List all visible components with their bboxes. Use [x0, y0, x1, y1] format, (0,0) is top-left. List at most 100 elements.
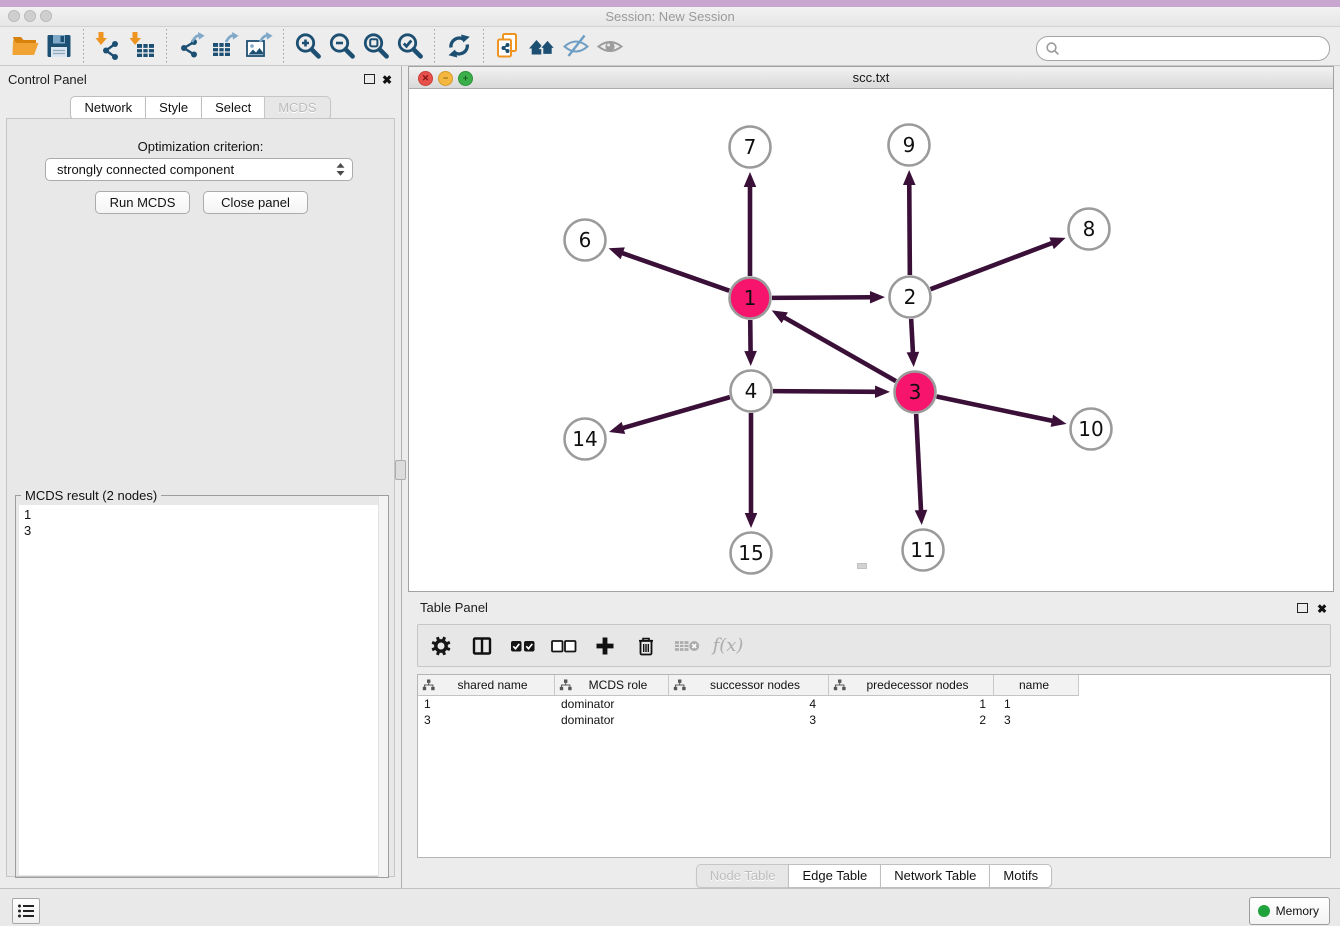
create-column-button[interactable] [592, 633, 618, 659]
memory-button[interactable]: Memory [1249, 897, 1330, 925]
home-button[interactable] [525, 30, 559, 62]
graph-node-3[interactable]: 3 [895, 372, 936, 413]
zoom-in-button[interactable] [291, 30, 325, 62]
column-header-shared-name[interactable]: shared name [418, 675, 555, 696]
table-row[interactable]: 3dominator323 [418, 712, 1330, 728]
graph-node-8[interactable]: 8 [1069, 209, 1110, 250]
table-panel-title: Table Panel [420, 600, 488, 615]
select-all-icon [510, 638, 536, 654]
eye-icon [595, 31, 625, 61]
table-float-icon[interactable] [1297, 603, 1308, 613]
sort-tree-icon [673, 679, 686, 691]
optimization-criterion-select[interactable]: strongly connected component [45, 158, 353, 181]
graph-node-7[interactable]: 7 [730, 127, 771, 168]
export-table-icon [210, 31, 240, 61]
trash-icon [635, 635, 657, 657]
table-cell: 1 [994, 696, 1079, 712]
mcds-result-text[interactable]: 1 3 [19, 505, 385, 875]
graph-node-14[interactable]: 14 [565, 419, 606, 460]
toolbar-separator [483, 29, 484, 63]
network-window-titlebar: ✕ − + scc.txt [409, 67, 1333, 89]
task-history-button[interactable] [12, 898, 40, 924]
tab-node-table[interactable]: Node Table [696, 864, 790, 888]
window-zoom-button[interactable] [40, 10, 52, 22]
table-cell: 1 [418, 696, 555, 712]
sort-tree-icon [422, 679, 435, 691]
panel-divider-grip[interactable] [395, 460, 406, 480]
svg-text:15: 15 [738, 541, 763, 565]
export-image-icon [244, 31, 274, 61]
search-input[interactable] [1064, 39, 1329, 58]
search-box[interactable] [1036, 36, 1330, 61]
tab-motifs[interactable]: Motifs [989, 864, 1052, 888]
panel-split-button[interactable] [469, 633, 495, 659]
close-panel-button[interactable]: Close panel [203, 191, 308, 214]
hide-graphics-button[interactable] [559, 30, 593, 62]
import-table-button[interactable] [125, 30, 159, 62]
svg-text:14: 14 [572, 427, 597, 451]
network-maximize-button[interactable]: + [458, 71, 473, 86]
export-image-button[interactable] [242, 30, 276, 62]
result-scrollbar[interactable] [378, 496, 388, 877]
unselect-all-icon [551, 638, 577, 654]
column-header-MCDS-role[interactable]: MCDS role [555, 675, 669, 696]
sort-tree-icon [833, 679, 846, 691]
graph-node-15[interactable]: 15 [731, 533, 772, 574]
graph-node-9[interactable]: 9 [889, 125, 930, 166]
plus-icon [594, 635, 616, 657]
tab-style[interactable]: Style [145, 96, 202, 120]
import-network-icon [93, 31, 123, 61]
graph-node-11[interactable]: 11 [903, 530, 944, 571]
delete-columns-button[interactable] [633, 633, 659, 659]
table-close-icon[interactable]: ✖ [1317, 603, 1327, 615]
table-cell: 3 [669, 712, 829, 728]
main-toolbar [0, 27, 1340, 66]
table-row[interactable]: 1dominator411 [418, 696, 1330, 712]
zoom-fit-button[interactable] [359, 30, 393, 62]
zoom-selected-icon [395, 31, 425, 61]
window-close-button[interactable] [8, 10, 20, 22]
network-minimize-button[interactable]: − [438, 71, 453, 86]
export-network-button[interactable] [174, 30, 208, 62]
svg-text:4: 4 [745, 379, 758, 403]
export-table-button[interactable] [208, 30, 242, 62]
close-panel-icon[interactable]: ✖ [382, 74, 392, 86]
save-session-button[interactable] [42, 30, 76, 62]
tab-select[interactable]: Select [201, 96, 265, 120]
table-toolbar: f(x) [417, 624, 1331, 667]
zoom-selected-button[interactable] [393, 30, 427, 62]
column-header-predecessor-nodes[interactable]: predecessor nodes [829, 675, 994, 696]
tab-network-table[interactable]: Network Table [880, 864, 990, 888]
unselect-all-columns-button[interactable] [551, 633, 577, 659]
graph-node-10[interactable]: 10 [1071, 409, 1112, 450]
float-panel-icon[interactable] [364, 74, 375, 84]
import-network-button[interactable] [91, 30, 125, 62]
tab-edge-table[interactable]: Edge Table [788, 864, 881, 888]
status-bar: Memory [0, 888, 1340, 926]
column-header-successor-nodes[interactable]: successor nodes [669, 675, 829, 696]
tab-mcds[interactable]: MCDS [264, 96, 330, 120]
zoom-out-button[interactable] [325, 30, 359, 62]
control-panel-title: Control Panel [8, 72, 87, 87]
network-canvas[interactable]: 7 9 6 8 1 2 4 3 14 10 15 11 [409, 89, 1333, 591]
toolbar-separator [283, 29, 284, 63]
graph-node-4[interactable]: 4 [731, 371, 772, 412]
select-all-columns-button[interactable] [510, 633, 536, 659]
apply-layout-button[interactable] [442, 30, 476, 62]
table-header-row: shared nameMCDS rolesuccessor nodesprede… [418, 675, 1330, 696]
tab-network[interactable]: Network [70, 96, 146, 120]
column-settings-button[interactable] [428, 633, 454, 659]
window-minimize-button[interactable] [24, 10, 36, 22]
graph-node-1[interactable]: 1 [730, 278, 771, 319]
graph-node-2[interactable]: 2 [890, 277, 931, 318]
run-mcds-button[interactable]: Run MCDS [95, 191, 190, 214]
open-session-button[interactable] [8, 30, 42, 62]
column-header-name[interactable]: name [994, 675, 1079, 696]
table-cell: 3 [418, 712, 555, 728]
network-view-window: ✕ − + scc.txt 7 9 6 8 1 2 4 3 14 10 15 11 [408, 66, 1334, 592]
network-title: scc.txt [409, 67, 1333, 88]
graph-node-6[interactable]: 6 [565, 220, 606, 261]
session-share-button[interactable] [491, 30, 525, 62]
network-close-button[interactable]: ✕ [418, 71, 433, 86]
network-resize-grip[interactable] [857, 563, 867, 569]
